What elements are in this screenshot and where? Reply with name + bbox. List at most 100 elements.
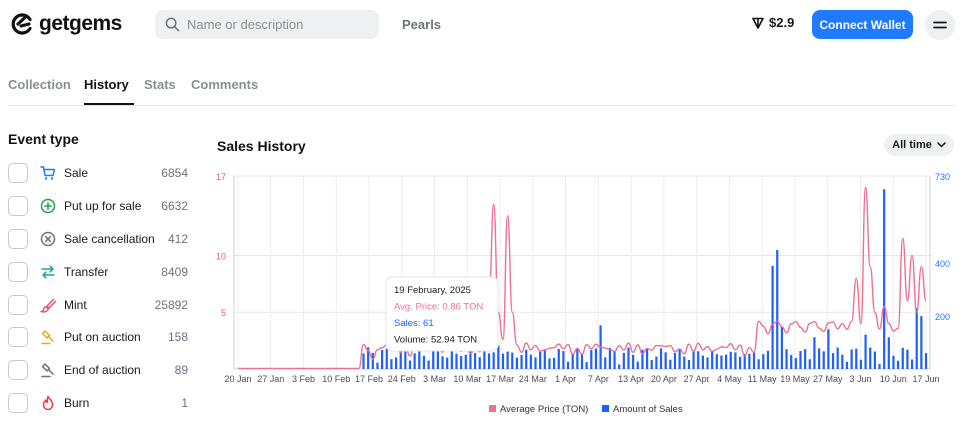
gavel-end-icon <box>40 362 56 378</box>
fire-icon <box>40 395 56 411</box>
x-tick-label: 11 May <box>748 374 777 384</box>
sales-bar <box>408 360 412 369</box>
x-tick-label: 10 Jun <box>880 374 907 384</box>
sales-bar <box>376 362 379 369</box>
sales-bar <box>645 348 649 369</box>
connect-wallet-button[interactable]: Connect Wallet <box>812 10 913 39</box>
legend-label-sales: Amount of Sales <box>613 404 683 415</box>
checkbox[interactable] <box>8 261 28 282</box>
checkbox[interactable] <box>8 228 28 249</box>
event-label: Transfer <box>64 264 109 279</box>
getgems-logo-icon <box>11 13 32 35</box>
sales-bar <box>883 189 886 369</box>
sales-bar <box>785 349 788 369</box>
x-tick-label: 19 May <box>780 374 810 384</box>
sales-bar <box>464 354 467 369</box>
sales-bar <box>822 351 825 369</box>
sales-bar <box>422 355 426 369</box>
sales-bar <box>692 351 695 369</box>
event-type-list: Sale 6854 Put up for sale 6632 Sale canc… <box>8 157 188 419</box>
sales-bar <box>390 359 393 369</box>
sales-bar <box>817 348 821 369</box>
sales-bar <box>715 354 718 369</box>
sales-bar <box>873 351 876 369</box>
sales-bar <box>901 347 904 369</box>
sales-bar <box>766 350 770 369</box>
event-item-mint[interactable]: Mint 25892 <box>8 288 188 321</box>
x-tick-label: 13 Apr <box>618 374 644 384</box>
sales-bar <box>436 350 439 369</box>
sales-bar <box>432 350 435 369</box>
x-tick-label: 3 Feb <box>292 374 315 384</box>
sales-bar <box>729 351 732 369</box>
sales-bar <box>450 350 453 369</box>
event-item-sale-cancellation[interactable]: Sale cancellation 412 <box>8 223 188 256</box>
sales-bar <box>404 351 407 369</box>
sales-bar <box>808 359 811 369</box>
sales-bar <box>831 353 835 369</box>
sales-bar <box>548 358 551 369</box>
event-item-sale[interactable]: Sale 6854 <box>8 157 188 190</box>
sales-bar <box>553 357 556 369</box>
checkbox[interactable] <box>8 196 28 217</box>
event-item-burn[interactable]: Burn 1 <box>8 387 188 420</box>
event-item-put-up-for-sale[interactable]: Put up for sale 6632 <box>8 190 188 223</box>
search-box[interactable] <box>155 10 379 39</box>
tab-history[interactable]: History <box>84 77 129 92</box>
tab-collection[interactable]: Collection <box>8 77 71 92</box>
time-range-dropdown[interactable]: All time <box>884 134 954 156</box>
event-item-transfer[interactable]: Transfer 8409 <box>8 255 188 288</box>
checkbox[interactable] <box>8 327 28 348</box>
checkbox[interactable] <box>8 163 28 184</box>
logo[interactable]: getgems <box>10 10 122 38</box>
brush-icon <box>40 297 56 313</box>
tab-comments[interactable]: Comments <box>191 77 258 92</box>
event-label: Put up for sale <box>64 199 142 214</box>
sales-bar <box>394 357 398 369</box>
x-tick-label: 27 May <box>813 374 843 384</box>
sales-bar <box>501 353 505 369</box>
event-label: Sale <box>64 166 89 181</box>
x-tick-label: 27 Apr <box>684 374 710 384</box>
sales-bar <box>687 360 691 369</box>
sales-bar <box>701 355 704 369</box>
sales-bar <box>427 360 430 369</box>
nav-link-pearls[interactable]: Pearls <box>402 17 441 32</box>
event-item-end-of-auction[interactable]: End of auction 89 <box>8 354 188 387</box>
event-count: 89 <box>174 363 188 378</box>
sales-bar <box>659 348 663 369</box>
event-count: 1 <box>181 395 188 410</box>
y-left-tick: 5 <box>221 308 226 318</box>
sales-history-chart[interactable]: 17 10 5 730 400 200 20 Jan 27 Jan 3 Feb 10 Feb 17 … <box>210 168 960 426</box>
search-input[interactable] <box>187 17 367 32</box>
checkbox[interactable] <box>8 294 28 315</box>
sales-bar <box>892 355 895 369</box>
event-count: 6854 <box>161 166 188 181</box>
sales-bar <box>497 345 500 369</box>
tab-stats[interactable]: Stats <box>144 77 176 92</box>
legend-label-price: Average Price (TON) <box>500 404 588 415</box>
tab-bar: Collection History Stats Comments <box>8 70 955 106</box>
checkbox[interactable] <box>8 392 28 413</box>
menu-button[interactable] <box>925 10 955 40</box>
x-tick-label: 27 Jan <box>257 374 284 384</box>
sales-bar <box>720 355 723 369</box>
chart-grid <box>234 175 930 369</box>
sales-bar <box>780 326 783 369</box>
sales-bar <box>632 354 635 369</box>
event-label: Mint <box>64 297 87 312</box>
x-circle-icon <box>40 231 56 247</box>
sales-bar <box>534 357 537 369</box>
event-item-put-on-auction[interactable]: Put on auction 158 <box>8 321 188 354</box>
sales-bar <box>752 351 756 369</box>
legend-swatch-price <box>489 405 496 412</box>
checkbox[interactable] <box>8 360 28 381</box>
sales-bar <box>543 349 546 369</box>
ton-price: $2.9 <box>752 15 794 30</box>
sales-bar <box>525 349 528 369</box>
tooltip-avg-price: Avg. Price: 0.86 TON <box>394 302 483 313</box>
sales-bar <box>511 352 514 369</box>
sales-bar <box>794 358 797 369</box>
sales-bar <box>650 360 653 369</box>
sales-bar <box>878 363 881 369</box>
